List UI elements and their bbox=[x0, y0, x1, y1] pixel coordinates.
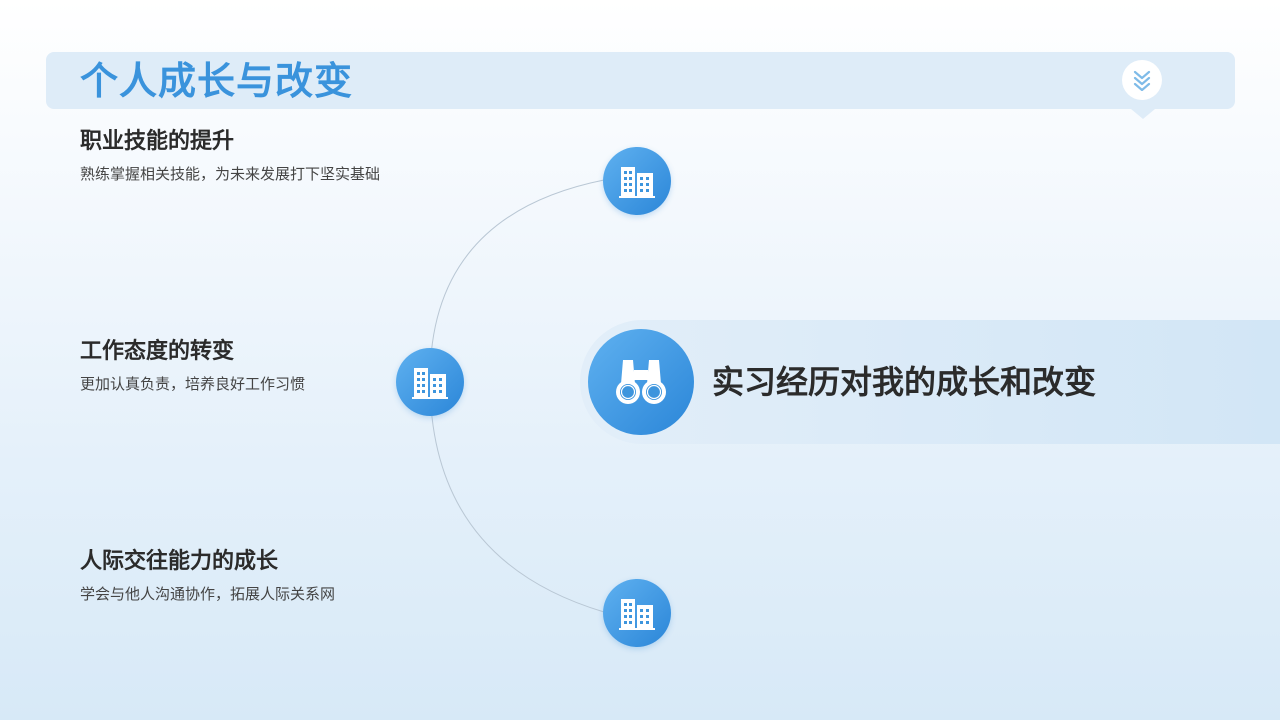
item-description: 学会与他人沟通协作，拓展人际关系网 bbox=[80, 585, 336, 603]
banner-title: 实习经历对我的成长和改变 bbox=[712, 363, 1097, 401]
item-title: 职业技能的提升 bbox=[80, 129, 235, 154]
building-icon bbox=[619, 599, 655, 630]
building-icon bbox=[412, 368, 448, 399]
item-description: 更加认真负责，培养良好工作习惯 bbox=[80, 375, 306, 393]
item-description: 熟练掌握相关技能，为未来发展打下坚实基础 bbox=[80, 165, 381, 183]
list-item: 职业技能的提升 熟练掌握相关技能，为未来发展打下坚实基础 bbox=[80, 128, 380, 184]
list-item: 工作态度的转变 更加认真负责，培养良好工作习惯 bbox=[80, 338, 305, 394]
item-title: 工作态度的转变 bbox=[80, 339, 235, 364]
center-banner: 实习经历对我的成长和改变 bbox=[580, 320, 1280, 444]
item-title: 人际交往能力的成长 bbox=[80, 549, 279, 574]
building-icon bbox=[619, 167, 655, 198]
node-circle bbox=[603, 147, 671, 215]
node-circle bbox=[603, 579, 671, 647]
banner-circle bbox=[588, 329, 694, 435]
binoculars-icon bbox=[616, 360, 666, 404]
node-circle bbox=[396, 348, 464, 416]
list-item: 人际交往能力的成长 学会与他人沟通协作，拓展人际关系网 bbox=[80, 548, 335, 604]
